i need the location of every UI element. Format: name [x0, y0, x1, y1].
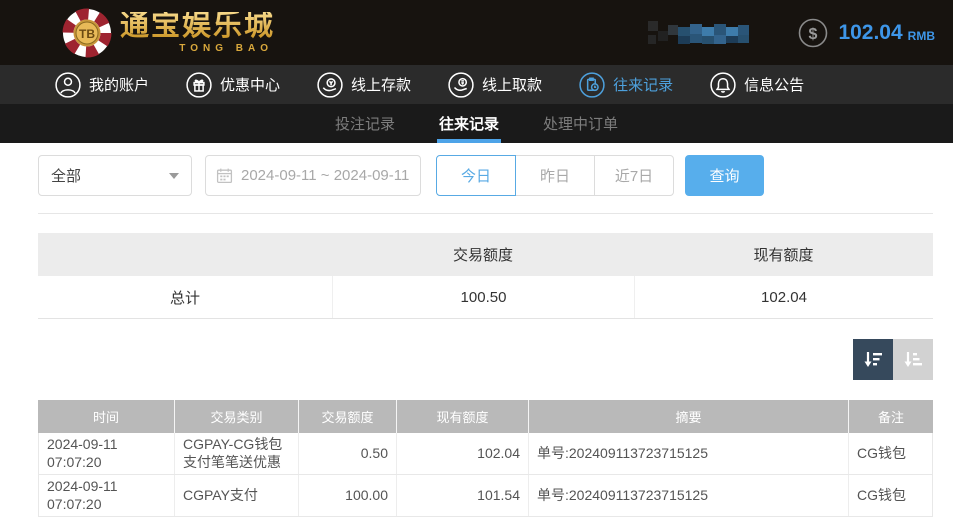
nav-item-announcements[interactable]: 信息公告 — [710, 72, 804, 98]
sub-nav: 投注记录 往来记录 处理中订单 — [0, 104, 953, 143]
divider — [38, 213, 933, 214]
chip-tb-text: TB — [79, 27, 95, 41]
sort-descending-button[interactable] — [853, 339, 893, 380]
sort-ascending-icon — [901, 348, 925, 372]
summary-col-current-amount: 现有额度 — [634, 233, 933, 276]
summary-header-row: 交易额度 现有额度 — [38, 233, 933, 276]
range-yesterday-button[interactable]: 昨日 — [515, 155, 595, 196]
cell-balance: 102.04 — [397, 433, 529, 474]
records-header-row: 时间 交易类别 交易额度 现有额度 摘要 备注 — [38, 400, 933, 433]
records-col-type: 交易类别 — [175, 400, 299, 433]
cell-amount: 0.50 — [299, 433, 397, 474]
filter-row: 全部 2024-09-11 ~ 2024-09-11 今日 昨日 近7日 查询 — [38, 155, 933, 196]
cell-type: CGPAY支付 — [175, 475, 299, 516]
sort-ascending-button[interactable] — [893, 339, 933, 380]
brand-name-en: TONG BAO — [120, 43, 275, 54]
cell-time: 2024-09-11 07:07:20 — [39, 475, 175, 516]
tab-betting-records[interactable]: 投注记录 — [333, 104, 397, 143]
casino-chip-icon: TB — [62, 8, 112, 58]
nav-label: 信息公告 — [744, 74, 804, 95]
summary-col-trade-amount: 交易额度 — [332, 233, 634, 276]
sort-controls — [38, 339, 933, 380]
tab-transaction-records[interactable]: 往来记录 — [437, 104, 501, 143]
nav-label: 线上存款 — [351, 74, 411, 95]
tab-processing-orders[interactable]: 处理中订单 — [541, 104, 620, 143]
summary-total-trade-amount: 100.50 — [332, 276, 634, 318]
summary-total-row: 总计 100.50 102.04 — [38, 276, 933, 319]
cell-time: 2024-09-11 07:07:20 — [39, 433, 175, 474]
deposit-icon — [317, 72, 343, 98]
table-row: 2024-09-11 07:07:20 CGPAY-CG钱包支付笔笔送优惠 0.… — [39, 433, 932, 475]
summary-col-empty — [38, 233, 332, 276]
active-tab-underline — [437, 139, 501, 143]
dollar-circle-icon: $ — [798, 18, 828, 48]
summary-total-label: 总计 — [38, 276, 332, 318]
bell-icon — [710, 72, 736, 98]
nav-item-my-account[interactable]: 我的账户 — [55, 72, 149, 98]
cell-note: CG钱包 — [849, 475, 932, 516]
sort-descending-icon — [861, 348, 885, 372]
nav-item-withdraw[interactable]: 线上取款 — [448, 72, 542, 98]
records-body: 2024-09-11 07:07:20 CGPAY-CG钱包支付笔笔送优惠 0.… — [38, 433, 933, 517]
balance-currency: RMB — [908, 29, 935, 43]
cell-summary: 单号:202409113723715125 — [529, 475, 849, 516]
records-col-note: 备注 — [849, 400, 933, 433]
nav-label: 我的账户 — [89, 74, 149, 95]
balance-amount: 102.04 — [838, 21, 902, 45]
nav-label: 线上取款 — [482, 74, 542, 95]
top-header: TB 通宝娱乐城 TONG BAO — [0, 0, 953, 65]
nav-label: 往来记录 — [613, 74, 673, 95]
cell-type: CGPAY-CG钱包支付笔笔送优惠 — [175, 433, 299, 474]
summary-table: 交易额度 现有额度 总计 100.50 102.04 — [38, 233, 933, 319]
user-icon — [55, 72, 81, 98]
records-table: 时间 交易类别 交易额度 现有额度 摘要 备注 2024-09-11 07:07… — [38, 400, 933, 517]
account-area: $ 102.04 RMB — [648, 18, 935, 48]
cell-note: CG钱包 — [849, 433, 932, 474]
type-select[interactable]: 全部 — [38, 155, 192, 196]
cell-summary: 单号:202409113723715125 — [529, 433, 849, 474]
nav-item-promotions[interactable]: 优惠中心 — [186, 72, 280, 98]
summary-total-current-amount: 102.04 — [634, 276, 933, 318]
brand-logo[interactable]: TB 通宝娱乐城 TONG BAO — [62, 8, 275, 58]
main-nav: 我的账户 优惠中心 线上存款 线上取款 — [0, 65, 953, 104]
quick-range-group: 今日 昨日 近7日 — [436, 155, 674, 196]
tab-label: 投注记录 — [335, 113, 395, 134]
records-col-trade-amount: 交易额度 — [299, 400, 397, 433]
nav-item-records[interactable]: 往来记录 — [579, 72, 673, 98]
cell-amount: 100.00 — [299, 475, 397, 516]
chevron-down-icon — [169, 173, 179, 179]
type-select-value: 全部 — [51, 165, 81, 186]
content-area: 全部 2024-09-11 ~ 2024-09-11 今日 昨日 近7日 查询 — [0, 143, 953, 517]
records-col-summary: 摘要 — [529, 400, 849, 433]
records-col-current-amount: 现有额度 — [397, 400, 529, 433]
date-range-input[interactable]: 2024-09-11 ~ 2024-09-11 — [205, 155, 421, 196]
table-row: 2024-09-11 07:07:20 CGPAY支付 100.00 101.5… — [39, 475, 932, 516]
cell-balance: 101.54 — [397, 475, 529, 516]
records-icon — [579, 72, 605, 98]
blurred-username — [648, 19, 760, 47]
tab-label: 处理中订单 — [543, 113, 618, 134]
date-range-value: 2024-09-11 ~ 2024-09-11 — [241, 167, 409, 184]
range-today-button[interactable]: 今日 — [436, 155, 516, 196]
nav-item-deposit[interactable]: 线上存款 — [317, 72, 411, 98]
withdraw-icon — [448, 72, 474, 98]
calendar-icon — [216, 167, 233, 184]
records-col-time: 时间 — [38, 400, 175, 433]
range-last7days-button[interactable]: 近7日 — [594, 155, 674, 196]
brand-name-cn: 通宝娱乐城 — [120, 12, 275, 41]
dollar-symbol: $ — [809, 26, 818, 43]
gift-icon — [186, 72, 212, 98]
nav-label: 优惠中心 — [220, 74, 280, 95]
search-button[interactable]: 查询 — [685, 155, 764, 196]
tab-label: 往来记录 — [439, 113, 499, 134]
